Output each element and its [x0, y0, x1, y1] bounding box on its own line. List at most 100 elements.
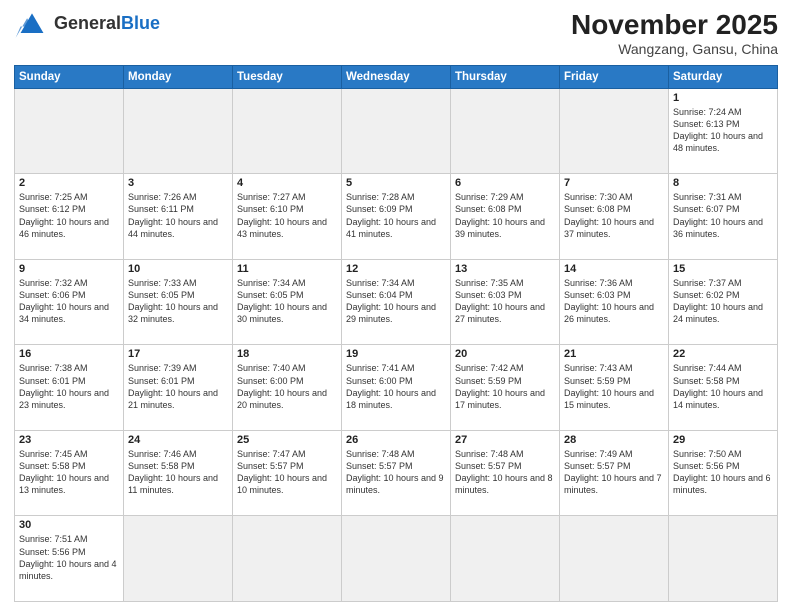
- day-info: Sunrise: 7:45 AMSunset: 5:58 PMDaylight:…: [19, 448, 119, 497]
- day-number: 8: [673, 177, 773, 189]
- header-monday: Monday: [124, 65, 233, 88]
- day-info: Sunrise: 7:49 AMSunset: 5:57 PMDaylight:…: [564, 448, 664, 497]
- day-number: 9: [19, 263, 119, 275]
- day-number: 23: [19, 434, 119, 446]
- day-cell-29: 29Sunrise: 7:50 AMSunset: 5:56 PMDayligh…: [669, 430, 778, 516]
- day-info: Sunrise: 7:35 AMSunset: 6:03 PMDaylight:…: [455, 277, 555, 326]
- empty-cell: [669, 516, 778, 602]
- day-info: Sunrise: 7:26 AMSunset: 6:11 PMDaylight:…: [128, 191, 228, 240]
- empty-cell: [451, 88, 560, 174]
- day-number: 30: [19, 519, 119, 531]
- day-cell-13: 13 Sunrise: 7:35 AMSunset: 6:03 PMDayligh…: [451, 259, 560, 345]
- day-info: Sunrise: 7:34 AMSunset: 6:05 PMDaylight:…: [237, 277, 337, 326]
- day-info: Sunrise: 7:51 AMSunset: 5:56 PMDaylight:…: [19, 533, 119, 582]
- day-number: 1: [673, 92, 773, 104]
- day-number: 20: [455, 348, 555, 360]
- day-cell-18: 18 Sunrise: 7:40 AMSunset: 6:00 PMDayligh…: [233, 345, 342, 431]
- header: GeneralBlue November 2025 Wangzang, Gans…: [14, 10, 778, 57]
- empty-cell: [342, 516, 451, 602]
- day-cell-4: 4 Sunrise: 7:27 AMSunset: 6:10 PMDaylight…: [233, 174, 342, 260]
- day-cell-6: 6Sunrise: 7:29 AMSunset: 6:08 PMDaylight…: [451, 174, 560, 260]
- day-info: Sunrise: 7:37 AMSunset: 6:02 PMDaylight:…: [673, 277, 773, 326]
- day-info: Sunrise: 7:44 AMSunset: 5:58 PMDaylight:…: [673, 362, 773, 411]
- day-cell-22: 22 Sunrise: 7:44 AMSunset: 5:58 PMDayligh…: [669, 345, 778, 431]
- day-number: 3: [128, 177, 228, 189]
- day-number: 2: [19, 177, 119, 189]
- title-block: November 2025 Wangzang, Gansu, China: [571, 10, 778, 57]
- day-cell-28: 28Sunrise: 7:49 AMSunset: 5:57 PMDayligh…: [560, 430, 669, 516]
- day-cell-25: 25 Sunrise: 7:47 AMSunset: 5:57 PMDayligh…: [233, 430, 342, 516]
- day-number: 11: [237, 263, 337, 275]
- day-cell-17: 17Sunrise: 7:39 AMSunset: 6:01 PMDayligh…: [124, 345, 233, 431]
- day-info: Sunrise: 7:31 AMSunset: 6:07 PMDaylight:…: [673, 191, 773, 240]
- day-cell-19: 19Sunrise: 7:41 AMSunset: 6:00 PMDayligh…: [342, 345, 451, 431]
- header-wednesday: Wednesday: [342, 65, 451, 88]
- day-cell-16: 16Sunrise: 7:38 AMSunset: 6:01 PMDayligh…: [15, 345, 124, 431]
- day-cell-26: 26 Sunrise: 7:48 AMSunset: 5:57 PMDayligh…: [342, 430, 451, 516]
- day-cell-9: 9Sunrise: 7:32 AMSunset: 6:06 PMDaylight…: [15, 259, 124, 345]
- day-info: Sunrise: 7:41 AMSunset: 6:00 PMDaylight:…: [346, 362, 446, 411]
- calendar-row: 30 Sunrise: 7:51 AMSunset: 5:56 PMDayligh…: [15, 516, 778, 602]
- day-cell-23: 23 Sunrise: 7:45 AMSunset: 5:58 PMDayligh…: [15, 430, 124, 516]
- day-info: Sunrise: 7:43 AMSunset: 5:59 PMDaylight:…: [564, 362, 664, 411]
- day-info: Sunrise: 7:50 AMSunset: 5:56 PMDaylight:…: [673, 448, 773, 497]
- empty-cell: [342, 88, 451, 174]
- header-saturday: Saturday: [669, 65, 778, 88]
- day-number: 16: [19, 348, 119, 360]
- day-info: Sunrise: 7:40 AMSunset: 6:00 PMDaylight:…: [237, 362, 337, 411]
- calendar-row: 9Sunrise: 7:32 AMSunset: 6:06 PMDaylight…: [15, 259, 778, 345]
- day-number: 12: [346, 263, 446, 275]
- day-info: Sunrise: 7:48 AMSunset: 5:57 PMDaylight:…: [346, 448, 446, 497]
- day-cell-10: 10Sunrise: 7:33 AMSunset: 6:05 PMDayligh…: [124, 259, 233, 345]
- logo: GeneralBlue: [14, 10, 160, 38]
- month-title: November 2025: [571, 10, 778, 41]
- weekday-header-row: Sunday Monday Tuesday Wednesday Thursday…: [15, 65, 778, 88]
- empty-cell: [451, 516, 560, 602]
- day-info: Sunrise: 7:28 AMSunset: 6:09 PMDaylight:…: [346, 191, 446, 240]
- day-cell-14: 14Sunrise: 7:36 AMSunset: 6:03 PMDayligh…: [560, 259, 669, 345]
- day-number: 22: [673, 348, 773, 360]
- empty-cell: [233, 88, 342, 174]
- day-number: 27: [455, 434, 555, 446]
- day-cell-8: 8 Sunrise: 7:31 AMSunset: 6:07 PMDaylight…: [669, 174, 778, 260]
- day-number: 15: [673, 263, 773, 275]
- calendar-row: 23 Sunrise: 7:45 AMSunset: 5:58 PMDayligh…: [15, 430, 778, 516]
- day-info: Sunrise: 7:47 AMSunset: 5:57 PMDaylight:…: [237, 448, 337, 497]
- day-info: Sunrise: 7:42 AMSunset: 5:59 PMDaylight:…: [455, 362, 555, 411]
- day-number: 24: [128, 434, 228, 446]
- empty-cell: [124, 516, 233, 602]
- day-cell-27: 27 Sunrise: 7:48 AMSunset: 5:57 PMDayligh…: [451, 430, 560, 516]
- day-number: 25: [237, 434, 337, 446]
- day-number: 4: [237, 177, 337, 189]
- day-number: 18: [237, 348, 337, 360]
- day-number: 10: [128, 263, 228, 275]
- day-cell-12: 12Sunrise: 7:34 AMSunset: 6:04 PMDayligh…: [342, 259, 451, 345]
- day-cell-24: 24Sunrise: 7:46 AMSunset: 5:58 PMDayligh…: [124, 430, 233, 516]
- day-info: Sunrise: 7:48 AMSunset: 5:57 PMDaylight:…: [455, 448, 555, 497]
- day-info: Sunrise: 7:27 AMSunset: 6:10 PMDaylight:…: [237, 191, 337, 240]
- day-number: 5: [346, 177, 446, 189]
- day-info: Sunrise: 7:36 AMSunset: 6:03 PMDaylight:…: [564, 277, 664, 326]
- day-info: Sunrise: 7:24 AMSunset: 6:13 PMDaylight:…: [673, 106, 773, 155]
- empty-cell: [15, 88, 124, 174]
- calendar-row: 2Sunrise: 7:25 AMSunset: 6:12 PMDaylight…: [15, 174, 778, 260]
- header-tuesday: Tuesday: [233, 65, 342, 88]
- empty-cell: [124, 88, 233, 174]
- day-number: 13: [455, 263, 555, 275]
- day-number: 26: [346, 434, 446, 446]
- day-cell-5: 5 Sunrise: 7:28 AMSunset: 6:09 PMDaylight…: [342, 174, 451, 260]
- day-cell-2: 2Sunrise: 7:25 AMSunset: 6:12 PMDaylight…: [15, 174, 124, 260]
- location: Wangzang, Gansu, China: [571, 41, 778, 57]
- day-cell-3: 3 Sunrise: 7:26 AMSunset: 6:11 PMDaylight…: [124, 174, 233, 260]
- logo-text: GeneralBlue: [54, 14, 160, 34]
- day-number: 21: [564, 348, 664, 360]
- header-thursday: Thursday: [451, 65, 560, 88]
- empty-cell: [233, 516, 342, 602]
- empty-cell: [560, 88, 669, 174]
- day-number: 7: [564, 177, 664, 189]
- calendar-table: Sunday Monday Tuesday Wednesday Thursday…: [14, 65, 778, 602]
- day-cell-20: 20 Sunrise: 7:42 AMSunset: 5:59 PMDayligh…: [451, 345, 560, 431]
- header-sunday: Sunday: [15, 65, 124, 88]
- calendar-row: 1 Sunrise: 7:24 AMSunset: 6:13 PMDaylight…: [15, 88, 778, 174]
- day-number: 17: [128, 348, 228, 360]
